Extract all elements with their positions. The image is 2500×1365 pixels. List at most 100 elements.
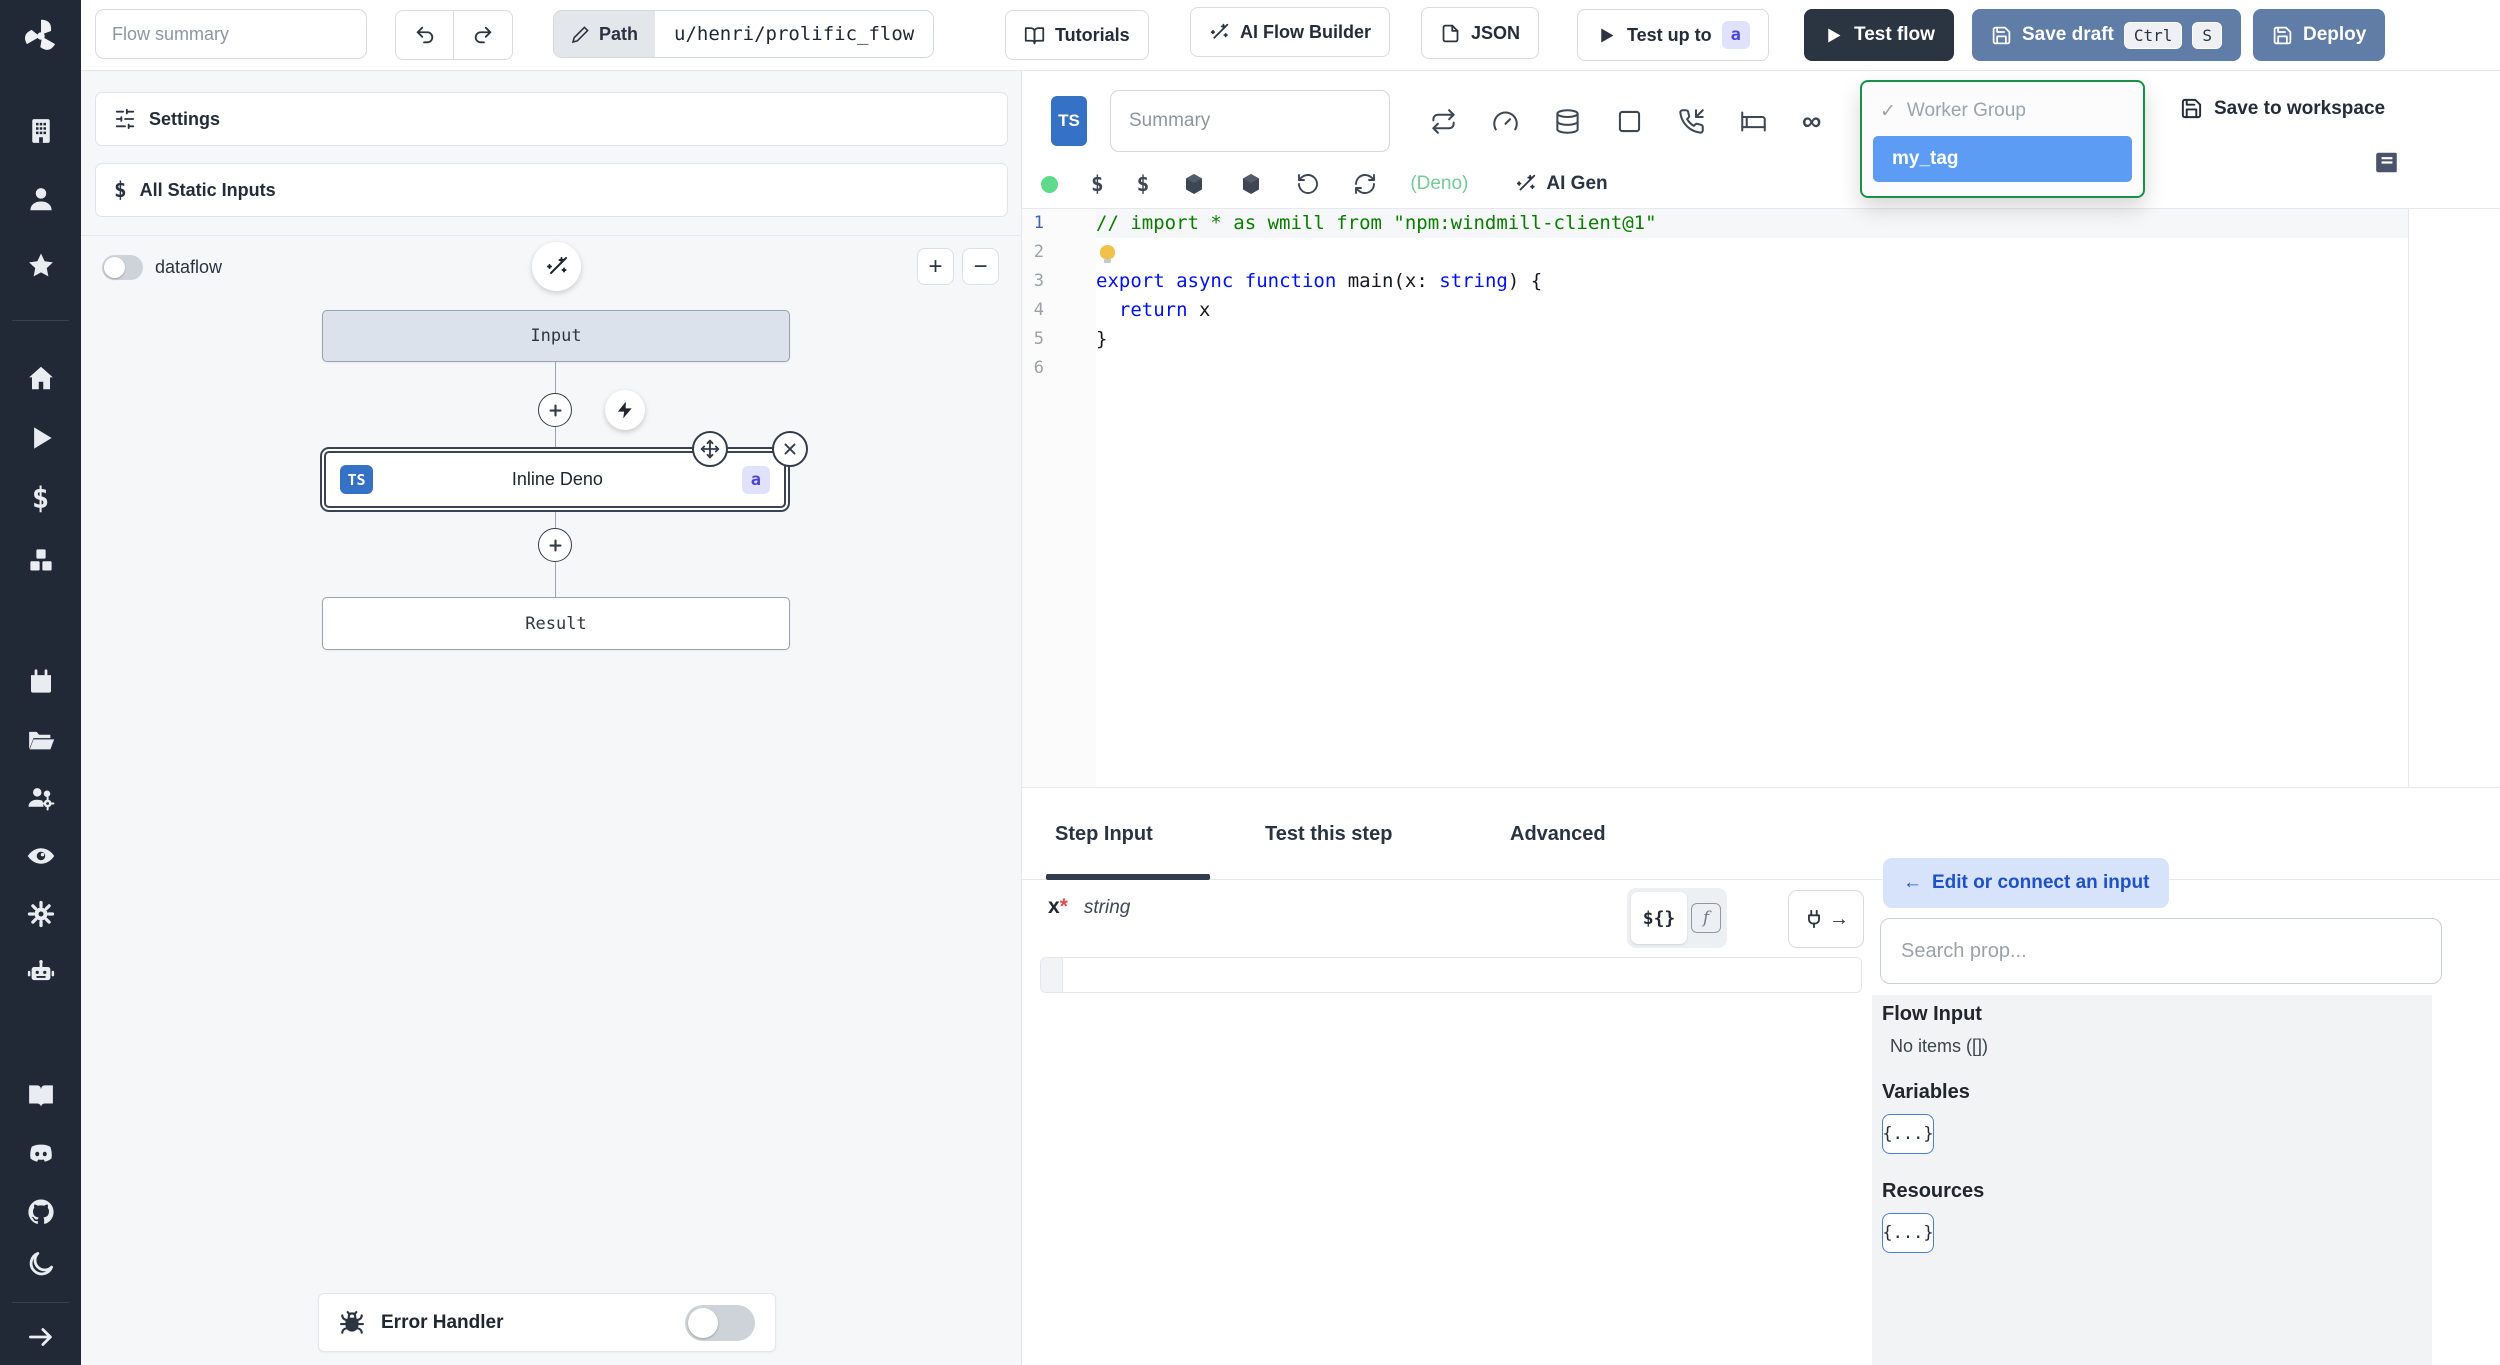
search-prop-input[interactable]: [1880, 918, 2442, 984]
input-prefix-handle: [1041, 958, 1063, 992]
sidebar-item-folders[interactable]: [0, 717, 81, 763]
all-static-inputs-bar[interactable]: $ All Static Inputs: [95, 163, 1008, 217]
timeout-gauge-icon[interactable]: [1492, 108, 1519, 135]
code-gutter: 123456: [1022, 209, 1096, 787]
deploy-button[interactable]: Deploy: [2253, 9, 2386, 61]
flow-node-input[interactable]: Input: [322, 310, 790, 362]
worker-group-header: ✓ Worker Group: [1873, 94, 2132, 128]
edit-or-connect-label: Edit or connect an input: [1932, 872, 2150, 893]
sidebar-item-ai-robot[interactable]: [0, 949, 81, 995]
sidebar-expand-arrow-icon[interactable]: [0, 1314, 81, 1360]
sidebar-item-groups[interactable]: [0, 775, 81, 821]
connect-input-button[interactable]: →: [1788, 890, 1864, 948]
windmill-logo-icon[interactable]: [0, 0, 81, 71]
add-resource-dollar-icon[interactable]: $: [1137, 172, 1150, 196]
ai-gen-button[interactable]: AI Gen: [1515, 173, 1608, 195]
save-to-workspace-button[interactable]: Save to workspace: [2180, 97, 2385, 120]
wand-sparkles-icon: [546, 256, 567, 274]
flow-node-result[interactable]: Result: [322, 597, 790, 650]
add-step-button-top[interactable]: [538, 393, 572, 427]
worker-group-dropdown: ✓ Worker Group my_tag: [1860, 80, 2145, 198]
suspend-phone-incoming-icon[interactable]: [1678, 108, 1705, 135]
test-up-to-button[interactable]: Test up to a: [1577, 9, 1769, 61]
undo-redo-group: [395, 10, 513, 60]
summary-input[interactable]: [1110, 90, 1390, 152]
sidebar-item-audit-eye[interactable]: [0, 833, 81, 879]
move-step-button[interactable]: [692, 431, 728, 467]
redo-button[interactable]: [454, 10, 513, 60]
sidebar-item-variables[interactable]: $: [0, 475, 81, 521]
add-variable-dollar-icon[interactable]: $: [1091, 172, 1104, 196]
dollar-glyph: $: [1091, 172, 1104, 196]
cache-database-icon[interactable]: [1554, 108, 1581, 135]
worker-group-option-selected[interactable]: my_tag: [1873, 136, 2132, 182]
deno-lang-hint: (Deno): [1410, 173, 1469, 194]
library-book-icon[interactable]: [2374, 149, 2400, 181]
history-rotate-ccw-icon[interactable]: [1296, 172, 1320, 196]
zoom-in-button[interactable]: +: [917, 248, 954, 285]
wand-icon: [1517, 174, 1536, 191]
sidebar-item-github[interactable]: [0, 1189, 81, 1235]
sidebar-item-workspace[interactable]: [0, 108, 81, 154]
reload-refresh-icon[interactable]: [1353, 172, 1377, 196]
step-node-label: Inline Deno: [511, 469, 603, 489]
sidebar-item-discord[interactable]: [0, 1131, 81, 1177]
save-icon: [1992, 26, 2011, 44]
error-handler-toggle[interactable]: [685, 1304, 755, 1341]
code-lines[interactable]: // import * as wmill from "npm:windmill-…: [1096, 209, 2408, 787]
error-handler-bar[interactable]: Error Handler: [318, 1293, 776, 1352]
bottom-tab-bar: Step Input Test this step Advanced: [1022, 788, 2500, 880]
function-mode-button[interactable]: f: [1691, 903, 1721, 933]
sidebar-item-dark-mode-moon[interactable]: [0, 1241, 81, 1287]
sidebar-item-schedules[interactable]: [0, 659, 81, 705]
required-asterisk: *: [1059, 895, 1068, 918]
zoom-out-button[interactable]: −: [962, 248, 999, 285]
edit-or-connect-chip[interactable]: ← Edit or connect an input: [1883, 858, 2170, 908]
test-flow-button[interactable]: Test flow: [1804, 9, 1954, 61]
package-icon[interactable]: [1239, 172, 1263, 196]
resources-object-button[interactable]: {...}: [1882, 1213, 1934, 1253]
infinity-icon[interactable]: ∞: [1802, 106, 1821, 137]
field-value-input-wrap: [1040, 957, 1862, 993]
retries-repeat-icon[interactable]: [1430, 108, 1457, 135]
dataflow-toggle[interactable]: [102, 255, 143, 280]
sidebar-item-favorites[interactable]: [0, 243, 81, 289]
sidebar-item-home[interactable]: [0, 355, 81, 401]
ai-builder-wand-button[interactable]: [532, 242, 581, 291]
sidebar-item-resources[interactable]: [0, 537, 81, 583]
sidebar-item-settings-gear[interactable]: [0, 891, 81, 937]
path-widget[interactable]: Path u/henri/prolific_flow: [553, 10, 935, 58]
tutorials-button[interactable]: Tutorials: [1005, 10, 1149, 60]
save-draft-button[interactable]: Save draft Ctrl S: [1972, 9, 2242, 61]
tab-step-input[interactable]: Step Input: [1055, 788, 1153, 880]
add-trigger-button[interactable]: [605, 390, 645, 430]
file-json-icon: [1442, 24, 1459, 42]
minus-icon: −: [973, 252, 988, 280]
undo-button[interactable]: [395, 10, 454, 60]
sleep-bed-icon[interactable]: [1740, 108, 1767, 135]
variables-object-button[interactable]: {...}: [1882, 1114, 1934, 1154]
tab-advanced[interactable]: Advanced: [1510, 788, 1606, 880]
sidebar-item-docs-book[interactable]: [0, 1073, 81, 1119]
package-icon[interactable]: [1182, 172, 1206, 196]
plug-icon: [1808, 909, 1820, 929]
lightbulb-icon[interactable]: [1100, 245, 1115, 263]
editor-status-row: $ $ (Deno) AI Gen: [1041, 160, 1608, 208]
assistant-status-dot: [1041, 175, 1058, 193]
redo-icon: [474, 26, 492, 44]
sidebar-item-runs[interactable]: [0, 415, 81, 461]
field-value-input[interactable]: [1063, 958, 1861, 992]
delete-step-button[interactable]: [772, 431, 808, 467]
flow-summary-input[interactable]: [95, 9, 367, 59]
ai-flow-builder-button[interactable]: AI Flow Builder: [1190, 7, 1391, 57]
early-stop-square-icon[interactable]: [1616, 108, 1643, 135]
step-id-badge: a: [741, 465, 770, 494]
close-icon: [784, 443, 796, 455]
json-button[interactable]: JSON: [1421, 7, 1540, 59]
template-mode-button[interactable]: ${}: [1631, 892, 1687, 944]
sidebar-item-user[interactable]: [0, 176, 81, 222]
add-step-button-bottom[interactable]: [538, 528, 572, 562]
field-label: x * string: [1048, 895, 1130, 919]
tab-test-this-step[interactable]: Test this step: [1265, 788, 1392, 880]
flow-settings-bar[interactable]: Settings: [95, 92, 1008, 146]
